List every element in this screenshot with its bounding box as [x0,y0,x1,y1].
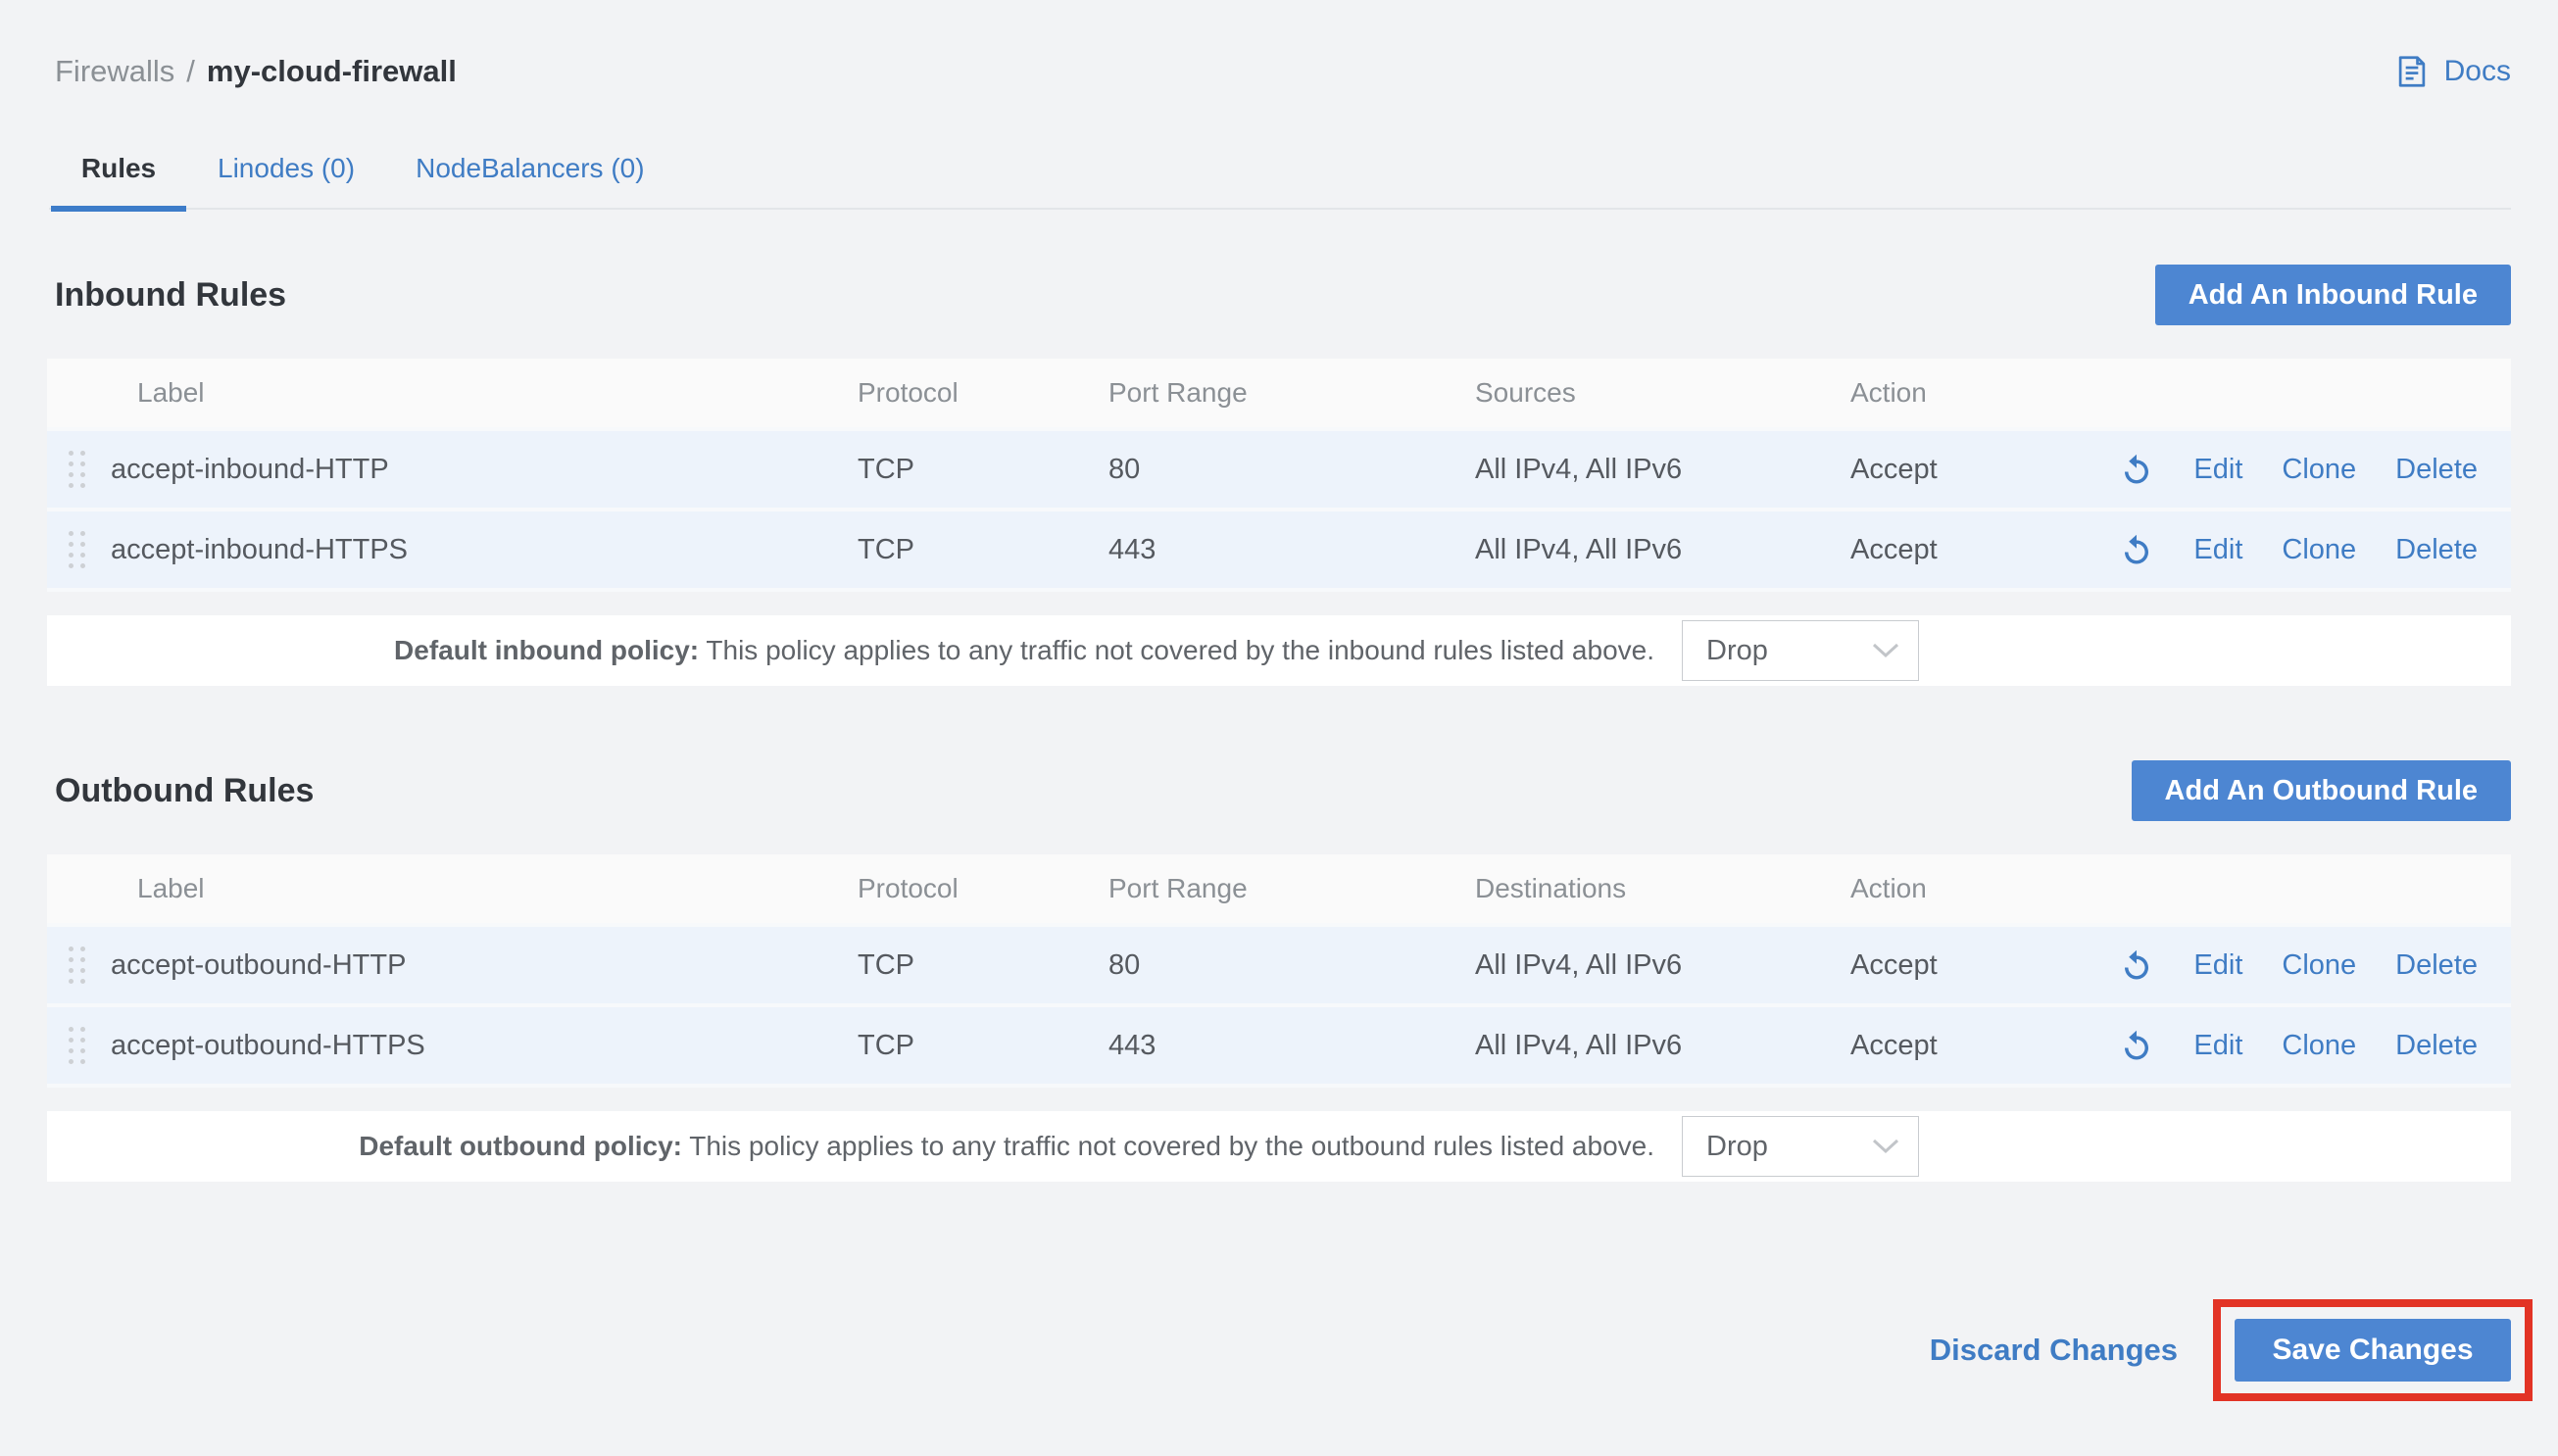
column-header-action: Action [1850,377,2108,409]
cell-action: Accept [1850,534,2108,566]
inbound-rule-row: accept-inbound-HTTPS TCP 443 All IPv4, A… [47,511,2511,592]
clone-link[interactable]: Clone [2282,534,2356,566]
cell-port-range: 80 [1108,454,1475,486]
outbound-rule-row: accept-outbound-HTTP TCP 80 All IPv4, Al… [47,927,2511,1007]
save-changes-highlight-annotation: Save Changes [2213,1299,2533,1401]
cell-destinations: All IPv4, All IPv6 [1475,1030,1850,1062]
drag-handle-icon[interactable] [69,451,85,488]
tab-rules[interactable]: Rules [51,153,186,212]
delete-link[interactable]: Delete [2395,949,2478,982]
chevron-down-icon [1871,1138,1900,1155]
cell-protocol: TCP [858,1030,1108,1062]
column-header-action: Action [1850,873,2108,904]
column-header-label: Label [47,377,858,409]
column-header-port-range: Port Range [1108,377,1475,409]
chevron-down-icon [1871,642,1900,659]
outbound-rules-title: Outbound Rules [47,772,314,810]
breadcrumb: Firewalls / my-cloud-firewall [47,54,457,89]
selected-policy-value: Drop [1706,1131,1768,1163]
breadcrumb-current-firewall: my-cloud-firewall [207,54,457,89]
rule-label: accept-outbound-HTTPS [111,1030,425,1062]
edit-link[interactable]: Edit [2193,949,2242,982]
clone-link[interactable]: Clone [2282,454,2356,486]
cell-action: Accept [1850,1030,2108,1062]
selected-policy-value: Drop [1706,635,1768,667]
docs-label: Docs [2444,55,2511,88]
outbound-rules-table: Label Protocol Port Range Destinations A… [47,854,2511,1182]
firewall-detail-page: Firewalls / my-cloud-firewall Docs Rules… [0,0,2558,1456]
cell-port-range: 443 [1108,1030,1475,1062]
inbound-rules-section: Inbound Rules Add An Inbound Rule Label … [47,265,2511,686]
rule-label: accept-outbound-HTTP [111,949,406,982]
default-outbound-policy-text: Default outbound policy: This policy app… [47,1131,1654,1162]
undo-icon[interactable] [2119,947,2154,983]
tab-bar: Rules Linodes (0) NodeBalancers (0) [47,143,2511,212]
breadcrumb-firewalls-link[interactable]: Firewalls [55,54,174,89]
inbound-rules-table: Label Protocol Port Range Sources Action… [47,359,2511,686]
cell-port-range: 80 [1108,949,1475,982]
outbound-rules-section: Outbound Rules Add An Outbound Rule Labe… [47,760,2511,1182]
policy-description: This policy applies to any traffic not c… [699,635,1654,665]
rule-label: accept-inbound-HTTP [111,454,389,486]
delete-link[interactable]: Delete [2395,1030,2478,1062]
undo-icon[interactable] [2119,452,2154,487]
outbound-rule-row: accept-outbound-HTTPS TCP 443 All IPv4, … [47,1007,2511,1088]
default-inbound-policy-select[interactable]: Drop [1682,620,1919,681]
default-outbound-policy-select[interactable]: Drop [1682,1116,1919,1177]
page-header: Firewalls / my-cloud-firewall Docs [47,0,2511,94]
tab-nodebalancers-label: NodeBalancers (0) [416,153,644,183]
tab-nodebalancers[interactable]: NodeBalancers (0) [416,153,644,212]
edit-link[interactable]: Edit [2193,1030,2242,1062]
column-header-protocol: Protocol [858,873,1108,904]
edit-link[interactable]: Edit [2193,534,2242,566]
column-header-sources: Sources [1475,377,1850,409]
footer-actions: Discard Changes Save Changes [47,1299,2511,1401]
docs-icon [2393,53,2431,90]
drag-handle-icon[interactable] [69,946,85,984]
column-header-label: Label [47,873,858,904]
clone-link[interactable]: Clone [2282,1030,2356,1062]
cell-port-range: 443 [1108,534,1475,566]
cell-destinations: All IPv4, All IPv6 [1475,949,1850,982]
policy-label: Default inbound policy: [394,635,699,665]
default-inbound-policy-row: Default inbound policy: This policy appl… [47,615,2511,686]
outbound-table-header: Label Protocol Port Range Destinations A… [47,854,2511,927]
edit-link[interactable]: Edit [2193,454,2242,486]
discard-changes-button[interactable]: Discard Changes [1930,1333,2178,1368]
column-header-destinations: Destinations [1475,873,1850,904]
inbound-rule-row: accept-inbound-HTTP TCP 80 All IPv4, All… [47,431,2511,511]
active-tab-indicator [51,206,186,212]
inbound-rules-title: Inbound Rules [47,276,286,315]
cell-protocol: TCP [858,949,1108,982]
undo-icon[interactable] [2119,1028,2154,1063]
delete-link[interactable]: Delete [2395,454,2478,486]
add-inbound-rule-button[interactable]: Add An Inbound Rule [2155,265,2511,325]
delete-link[interactable]: Delete [2395,534,2478,566]
clone-link[interactable]: Clone [2282,949,2356,982]
tab-rules-label: Rules [81,153,156,183]
cell-protocol: TCP [858,454,1108,486]
column-header-protocol: Protocol [858,377,1108,409]
undo-icon[interactable] [2119,532,2154,567]
tab-linodes[interactable]: Linodes (0) [218,153,355,212]
policy-label: Default outbound policy: [359,1131,682,1161]
rule-label: accept-inbound-HTTPS [111,534,408,566]
inbound-table-header: Label Protocol Port Range Sources Action [47,359,2511,431]
drag-handle-icon[interactable] [69,1027,85,1064]
cell-sources: All IPv4, All IPv6 [1475,454,1850,486]
add-outbound-rule-button[interactable]: Add An Outbound Rule [2132,760,2511,821]
docs-link[interactable]: Docs [2393,53,2511,90]
drag-handle-icon[interactable] [69,531,85,568]
default-inbound-policy-text: Default inbound policy: This policy appl… [47,635,1654,666]
column-header-port-range: Port Range [1108,873,1475,904]
breadcrumb-separator: / [186,54,195,89]
tab-linodes-label: Linodes (0) [218,153,355,183]
cell-action: Accept [1850,949,2108,982]
policy-description: This policy applies to any traffic not c… [682,1131,1654,1161]
cell-action: Accept [1850,454,2108,486]
default-outbound-policy-row: Default outbound policy: This policy app… [47,1111,2511,1182]
save-changes-button[interactable]: Save Changes [2235,1319,2511,1382]
cell-protocol: TCP [858,534,1108,566]
cell-sources: All IPv4, All IPv6 [1475,534,1850,566]
